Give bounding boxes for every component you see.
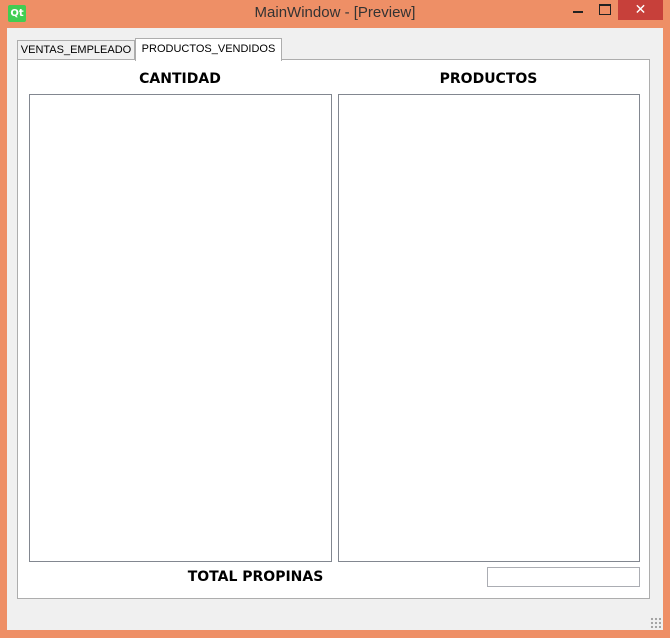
minimize-icon	[573, 11, 583, 13]
resize-grip-icon[interactable]	[650, 617, 661, 628]
productos-heading: PRODUCTOS	[439, 71, 538, 87]
tab-productos-vendidos[interactable]: PRODUCTOS_VENDIDOS	[135, 38, 282, 61]
total-propinas-input[interactable]	[487, 567, 640, 587]
total-propinas-label: TOTAL PROPINAS	[187, 569, 324, 585]
close-button[interactable]: ✕	[618, 0, 663, 20]
maximize-button[interactable]	[592, 0, 617, 20]
client-area: VENTAS_EMPLEADO PRODUCTOS_VENDIDOS CANTI…	[7, 28, 663, 630]
tab-panel-productos-vendidos: CANTIDAD PRODUCTOS TOTAL PROPINAS	[17, 59, 650, 599]
productos-list[interactable]	[338, 94, 640, 562]
close-icon: ✕	[634, 2, 647, 18]
minimize-button[interactable]	[565, 0, 590, 20]
cantidad-heading: CANTIDAD	[139, 71, 221, 87]
main-window: Qt MainWindow - [Preview] ✕ VENTAS_EMPLE…	[0, 0, 670, 638]
title-bar[interactable]: Qt MainWindow - [Preview] ✕	[0, 0, 670, 28]
maximize-icon	[599, 4, 611, 15]
cantidad-list[interactable]	[29, 94, 332, 562]
tab-ventas-empleado[interactable]: VENTAS_EMPLEADO	[17, 40, 135, 59]
